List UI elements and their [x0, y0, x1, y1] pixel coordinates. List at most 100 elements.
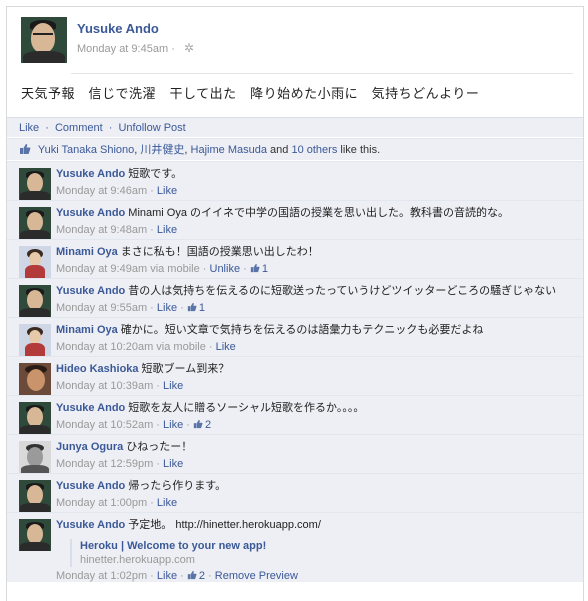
link-preview[interactable]: Heroku | Welcome to your new app! hinette…	[70, 539, 573, 567]
comment-item: Minami Oya まさに私も！国語の授業思い出したわ！ Monday at 9:…	[7, 239, 583, 278]
comment-author-link[interactable]: Minami Oya	[56, 324, 118, 336]
thumbs-up-icon	[250, 263, 260, 273]
comment-text: 予定地。 http://hinetter.herokuapp.com/	[128, 519, 321, 531]
comment-text: ひねったー！	[126, 441, 193, 453]
like-count-value: 1	[261, 263, 268, 275]
comment-author-link[interactable]: Yusuke Ando	[56, 519, 125, 531]
likers-others-link[interactable]: 10 others	[291, 144, 337, 156]
comment-like-count[interactable]: 1	[250, 263, 268, 275]
commenter-avatar[interactable]	[19, 402, 51, 434]
remove-preview-link[interactable]: Remove Preview	[215, 570, 298, 582]
commenter-avatar[interactable]	[19, 324, 51, 356]
comment-item: Yusuke Ando 昔の人は気持ちを伝えるのに短歌送ったっていうけどツイッター…	[7, 278, 583, 317]
comment-link[interactable]: Comment	[55, 122, 103, 134]
comment-text: Minami Oya のイイネで中学の国語の授業を思い出した。教科書の音読的な。	[128, 207, 510, 219]
separator-dot: ·	[147, 224, 157, 236]
comment-item: Hideo Kashioka 短歌ブーム到来？ Monday at 10:39am …	[7, 356, 583, 395]
post-actions-bar: Like · Comment · Unfollow Post	[7, 117, 583, 137]
comment-author-link[interactable]: Junya Ogura	[56, 441, 123, 453]
commenter-avatar[interactable]	[19, 363, 51, 395]
comment-timestamp[interactable]: Monday at 12:59pm	[56, 458, 153, 470]
commenter-avatar[interactable]	[19, 207, 51, 239]
poster-avatar[interactable]	[21, 17, 67, 63]
like-comment-link[interactable]: Like	[157, 185, 177, 197]
thumbs-up-icon	[20, 144, 31, 154]
like-comment-link[interactable]: Like	[163, 458, 183, 470]
separator-dot: ·	[153, 419, 164, 431]
thumbs-up-icon	[193, 419, 203, 429]
comment-timestamp[interactable]: Monday at 1:02pm	[56, 570, 147, 582]
comment-author-link[interactable]: Yusuke Ando	[56, 402, 125, 414]
like-count-value: 2	[204, 419, 212, 431]
unlike-comment-link[interactable]: Unlike	[210, 263, 241, 275]
commenter-avatar[interactable]	[19, 441, 51, 473]
separator-dot: ·	[153, 380, 164, 392]
comment-author-link[interactable]: Yusuke Ando	[56, 480, 125, 492]
unfollow-post-link[interactable]: Unfollow Post	[118, 122, 185, 134]
like-comment-link[interactable]: Like	[163, 380, 183, 392]
post-timestamp[interactable]: Monday at 9:45am	[77, 43, 168, 55]
comment-text: 確かに。短い文章で気持ちを伝えるのは語彙力もテクニックも必要だよね	[120, 324, 484, 336]
commenter-avatar[interactable]	[19, 519, 51, 551]
status-message: 天気予報 信じで洗濯 干して出た 降り始めた小雨に 気持ちどんよりー	[21, 86, 480, 101]
commenter-avatar[interactable]	[19, 480, 51, 512]
separator-dot: ·	[153, 458, 164, 470]
separator-dot: ·	[147, 302, 157, 314]
likers-suffix: like this.	[340, 144, 381, 156]
comment-item: Yusuke Ando 短歌を友人に贈るソーシャル短歌を作るか。。。。 Monday…	[7, 395, 583, 434]
comment-timestamp[interactable]: Monday at 1:00pm	[56, 497, 147, 509]
separator-dot: ·	[240, 263, 250, 275]
separator-dot: ·	[205, 570, 215, 582]
comment-item: Yusuke Ando 帰ったら作ります。 Monday at 1:00pm · L…	[7, 473, 583, 512]
commenter-avatar[interactable]	[19, 168, 51, 200]
comment-timestamp[interactable]: Monday at 10:20am	[56, 341, 153, 353]
comment-author-link[interactable]: Minami Oya	[56, 246, 118, 258]
comment-timestamp[interactable]: Monday at 10:52am	[56, 419, 153, 431]
comment-author-link[interactable]: Yusuke Ando	[56, 207, 125, 219]
comment-timestamp[interactable]: Monday at 9:48am	[56, 224, 147, 236]
liker-name[interactable]: Hajime Masuda	[191, 144, 267, 156]
like-count-value: 1	[198, 302, 205, 314]
comment-timestamp[interactable]: Monday at 9:55am	[56, 302, 147, 314]
comment-timestamp[interactable]: Monday at 10:39am	[56, 380, 153, 392]
comment-text: 短歌を友人に贈るソーシャル短歌を作るか。。。。	[128, 402, 365, 414]
like-link[interactable]: Like	[19, 122, 39, 134]
poster-name-link[interactable]: Yusuke Ando	[77, 21, 159, 36]
like-comment-link[interactable]: Like	[157, 224, 177, 236]
meta-separator: ·	[171, 43, 175, 55]
comment-text: まさに私も！国語の授業思い出したわ！	[120, 246, 319, 258]
separator-dot: ·	[147, 497, 157, 509]
like-comment-link[interactable]: Like	[216, 341, 236, 353]
comment-author-link[interactable]: Yusuke Ando	[56, 168, 125, 180]
commenter-avatar[interactable]	[19, 246, 51, 278]
comment-text: 短歌ブーム到来？	[141, 363, 230, 375]
commenter-avatar[interactable]	[19, 285, 51, 317]
liker-name[interactable]: 川井健史	[140, 144, 184, 156]
comments-list: Yusuke Ando 短歌です。 Monday at 9:46am · Like Y…	[7, 161, 583, 582]
liker-name[interactable]: Yuki Tanaka Shiono	[38, 144, 134, 156]
header-divider	[71, 73, 573, 74]
comment-item: Yusuke Ando Minami Oya のイイネで中学の国語の授業を思い出し…	[7, 200, 583, 239]
comment-via: via mobile	[156, 341, 206, 353]
thumbs-up-icon	[187, 302, 197, 312]
comment-timestamp[interactable]: Monday at 9:49am	[56, 263, 147, 275]
gear-icon[interactable]: ✲	[184, 41, 194, 55]
feed-story: Yusuke Ando Monday at 9:45am · ✲ 天気予報 信じ…	[6, 6, 584, 601]
comment-author-link[interactable]: Hideo Kashioka	[56, 363, 139, 375]
comment-text: 短歌です。	[128, 168, 183, 180]
comment-timestamp[interactable]: Monday at 9:46am	[56, 185, 147, 197]
like-comment-link[interactable]: Like	[157, 302, 177, 314]
comment-like-count[interactable]: 2	[187, 570, 205, 582]
comment-author-link[interactable]: Yusuke Ando	[56, 285, 125, 297]
comment-text: 帰ったら作ります。	[128, 480, 227, 492]
comment-text: 昔の人は気持ちを伝えるのに短歌送ったっていうけどツイッターどころの騒ぎじゃない	[128, 285, 557, 297]
like-comment-link[interactable]: Like	[163, 419, 183, 431]
like-comment-link[interactable]: Like	[157, 497, 177, 509]
separator-dot: ·	[147, 185, 157, 197]
comment-like-count[interactable]: 1	[187, 302, 205, 314]
comment-like-count[interactable]: 2	[193, 419, 211, 431]
link-preview-title[interactable]: Heroku | Welcome to your new app!	[80, 539, 573, 553]
like-comment-link[interactable]: Like	[157, 570, 177, 582]
comment-item: Junya Ogura ひねったー！ Monday at 12:59pm · Lik…	[7, 434, 583, 473]
separator-dot: ·	[205, 341, 216, 353]
